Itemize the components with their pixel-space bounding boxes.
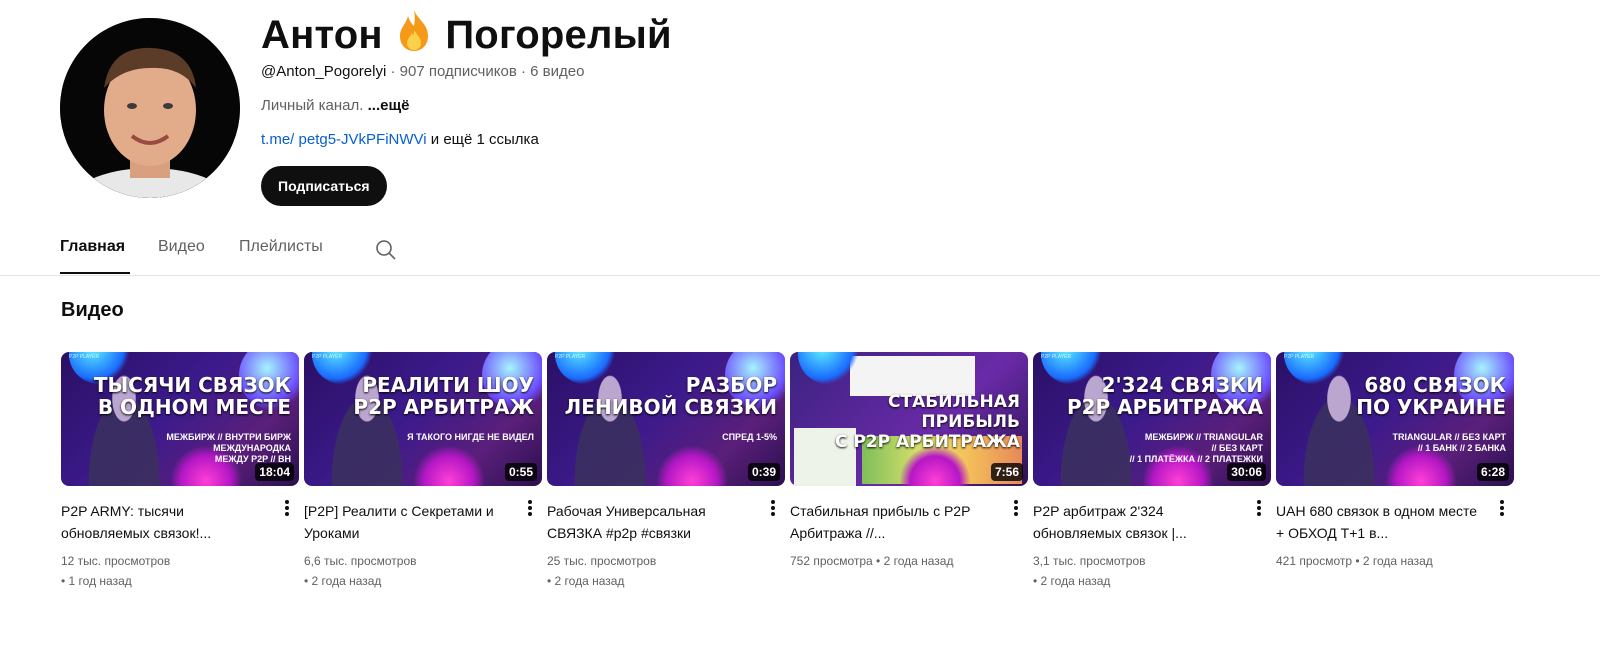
channel-name: Антон Погорелый (261, 8, 672, 63)
video-card[interactable]: P2P PLAYER 680 СВЯЗОК ПО УКРАИНЕ TRIANGU… (1276, 352, 1514, 568)
thumb-text: СТАБИЛЬНАЯ ПРИБЫЛЬ С P2P АРБИТРАЖА (834, 392, 1020, 452)
thumb-text: 680 СВЯЗОК ПО УКРАИНЕ (1356, 373, 1506, 419)
video-duration: 0:55 (504, 463, 537, 481)
video-title[interactable]: Рабочая Универсальная СВЯЗКА #p2p #связк… (547, 500, 752, 544)
channel-stats: · 907 подписчиков · 6 видео (386, 63, 585, 80)
video-title[interactable]: Стабильная прибыль с P2P Арбитража //... (790, 500, 995, 544)
video-card[interactable]: P2P PLAYER РАЗБОР ЛЕНИВОЙ СВЯЗКИ СПРЕД 1… (547, 352, 785, 588)
more-vert-icon[interactable] (1008, 498, 1024, 518)
avatar-photo (60, 18, 240, 198)
video-card[interactable]: P2P PLAYER 2'324 СВЯЗКИ P2P АРБИТРАЖА МЕ… (1033, 352, 1271, 588)
video-views: 421 просмотр • 2 года назад (1276, 554, 1433, 568)
thumb-subtext: Я ТАКОГО НИГДЕ НЕ ВИДЕЛ (407, 432, 534, 442)
video-title[interactable]: [P2P] Реалити с Секретами и Уроками (304, 500, 509, 544)
channel-links: t.me/ petg5-JVkPFiNWVi и ещё 1 ссылка (261, 131, 539, 148)
more-vert-icon[interactable] (279, 498, 295, 518)
section-title[interactable]: Видео (61, 299, 124, 322)
thumb-subtext: МЕЖБИРЖ // TRIANGULAR // БЕЗ КАРТ // 1 П… (1129, 432, 1263, 464)
video-thumbnail[interactable]: P2P PLAYER 2'324 СВЯЗКИ P2P АРБИТРАЖА МЕ… (1033, 352, 1271, 486)
thumb-subtext: СПРЕД 1-5% (722, 432, 777, 442)
thumb-text: РЕАЛИТИ ШОУ P2P АРБИТРАЖ (353, 373, 534, 419)
subscribe-button[interactable]: Подписаться (261, 166, 387, 206)
video-thumbnail[interactable]: СТАБИЛЬНАЯ ПРИБЫЛЬ С P2P АРБИТРАЖА 7:56 (790, 352, 1028, 486)
video-views: 12 тыс. просмотров (61, 554, 171, 568)
video-age: • 2 года назад (547, 574, 625, 588)
video-duration: 18:04 (255, 463, 294, 481)
video-views: 6,6 тыс. просмотров (304, 554, 417, 568)
description-more-link[interactable]: ...ещё (368, 97, 410, 114)
channel-last-name: Погорелый (445, 13, 672, 57)
video-duration: 6:28 (1476, 463, 1509, 481)
video-card[interactable]: СТАБИЛЬНАЯ ПРИБЫЛЬ С P2P АРБИТРАЖА 7:56 … (790, 352, 1028, 568)
thumb-label: P2P PLAYER (312, 354, 343, 360)
video-views: 25 тыс. просмотров (547, 554, 657, 568)
tab-videos[interactable]: Видео (158, 238, 205, 256)
channel-first-name: Антон (261, 13, 383, 57)
video-duration: 30:06 (1227, 463, 1266, 481)
video-thumbnail[interactable]: P2P PLAYER РАЗБОР ЛЕНИВОЙ СВЯЗКИ СПРЕД 1… (547, 352, 785, 486)
video-title[interactable]: P2P ARMY: тысячи обновляемых связок!... (61, 500, 266, 544)
channel-tabs: Главная Видео Плейлисты (0, 226, 1600, 276)
video-thumbnail[interactable]: P2P PLAYER 680 СВЯЗОК ПО УКРАИНЕ TRIANGU… (1276, 352, 1514, 486)
video-age: • 2 года назад (1033, 574, 1111, 588)
video-thumbnail[interactable]: P2P PLAYER ТЫСЯЧИ СВЯЗОК В ОДНОМ МЕСТЕ М… (61, 352, 299, 486)
thumb-label: P2P PLAYER (555, 354, 586, 360)
more-links[interactable]: и ещё 1 ссылка (427, 131, 539, 148)
video-meta: 12 тыс. просмотров • 1 год назад (61, 551, 281, 591)
fire-icon (394, 8, 434, 63)
channel-description[interactable]: Личный канал. ...ещё (261, 97, 409, 114)
video-views: 3,1 тыс. просмотров (1033, 554, 1146, 568)
thumb-label: P2P PLAYER (69, 354, 100, 360)
channel-handle[interactable]: @Anton_Pogorelyi (261, 63, 386, 80)
tab-playlists[interactable]: Плейлисты (239, 238, 323, 256)
more-vert-icon[interactable] (1251, 498, 1267, 518)
video-title[interactable]: UAH 680 связок в одном месте + ОБХОД Т+1… (1276, 500, 1481, 544)
video-thumbnail[interactable]: P2P PLAYER РЕАЛИТИ ШОУ P2P АРБИТРАЖ Я ТА… (304, 352, 542, 486)
thumb-subtext: МЕЖБИРЖ // ВНУТРИ БИРЖ МЕЖДУНАРОДКА МЕЖД… (166, 432, 291, 464)
video-title[interactable]: P2P арбитраж 2'324 обновляемых связок |.… (1033, 500, 1238, 544)
more-vert-icon[interactable] (1494, 498, 1510, 518)
thumb-text: РАЗБОР ЛЕНИВОЙ СВЯЗКИ (564, 373, 777, 419)
video-meta: 25 тыс. просмотров • 2 года назад (547, 551, 767, 591)
channel-meta: @Anton_Pogorelyi · 907 подписчиков · 6 в… (261, 63, 584, 80)
video-meta: 3,1 тыс. просмотров • 2 года назад (1033, 551, 1253, 591)
video-card[interactable]: P2P PLAYER ТЫСЯЧИ СВЯЗОК В ОДНОМ МЕСТЕ М… (61, 352, 299, 588)
thumb-text: ТЫСЯЧИ СВЯЗОК В ОДНОМ МЕСТЕ (93, 373, 291, 419)
video-duration: 7:56 (990, 463, 1023, 481)
video-card[interactable]: P2P PLAYER РЕАЛИТИ ШОУ P2P АРБИТРАЖ Я ТА… (304, 352, 542, 588)
description-text: Личный канал. (261, 97, 368, 114)
thumb-text: 2'324 СВЯЗКИ P2P АРБИТРАЖА (1066, 373, 1263, 419)
video-meta: 421 просмотр • 2 года назад (1276, 551, 1496, 571)
video-age: • 2 года назад (304, 574, 382, 588)
video-meta: 752 просмотра • 2 года назад (790, 551, 1010, 571)
thumb-label: P2P PLAYER (1041, 354, 1072, 360)
video-age: • 1 год назад (61, 574, 132, 588)
tab-home[interactable]: Главная (60, 238, 125, 256)
thumb-label: P2P PLAYER (1284, 354, 1315, 360)
video-views: 752 просмотра • 2 года назад (790, 554, 954, 568)
thumb-subtext: TRIANGULAR // БЕЗ КАРТ // 1 БАНК // 2 БА… (1392, 432, 1506, 453)
more-vert-icon[interactable] (765, 498, 781, 518)
channel-avatar[interactable] (60, 18, 240, 198)
telegram-link[interactable]: t.me/ petg5-JVkPFiNWVi (261, 131, 427, 148)
video-duration: 0:39 (747, 463, 780, 481)
search-icon[interactable] (374, 238, 398, 267)
video-meta: 6,6 тыс. просмотров • 2 года назад (304, 551, 524, 591)
active-tab-indicator (60, 272, 130, 274)
more-vert-icon[interactable] (522, 498, 538, 518)
